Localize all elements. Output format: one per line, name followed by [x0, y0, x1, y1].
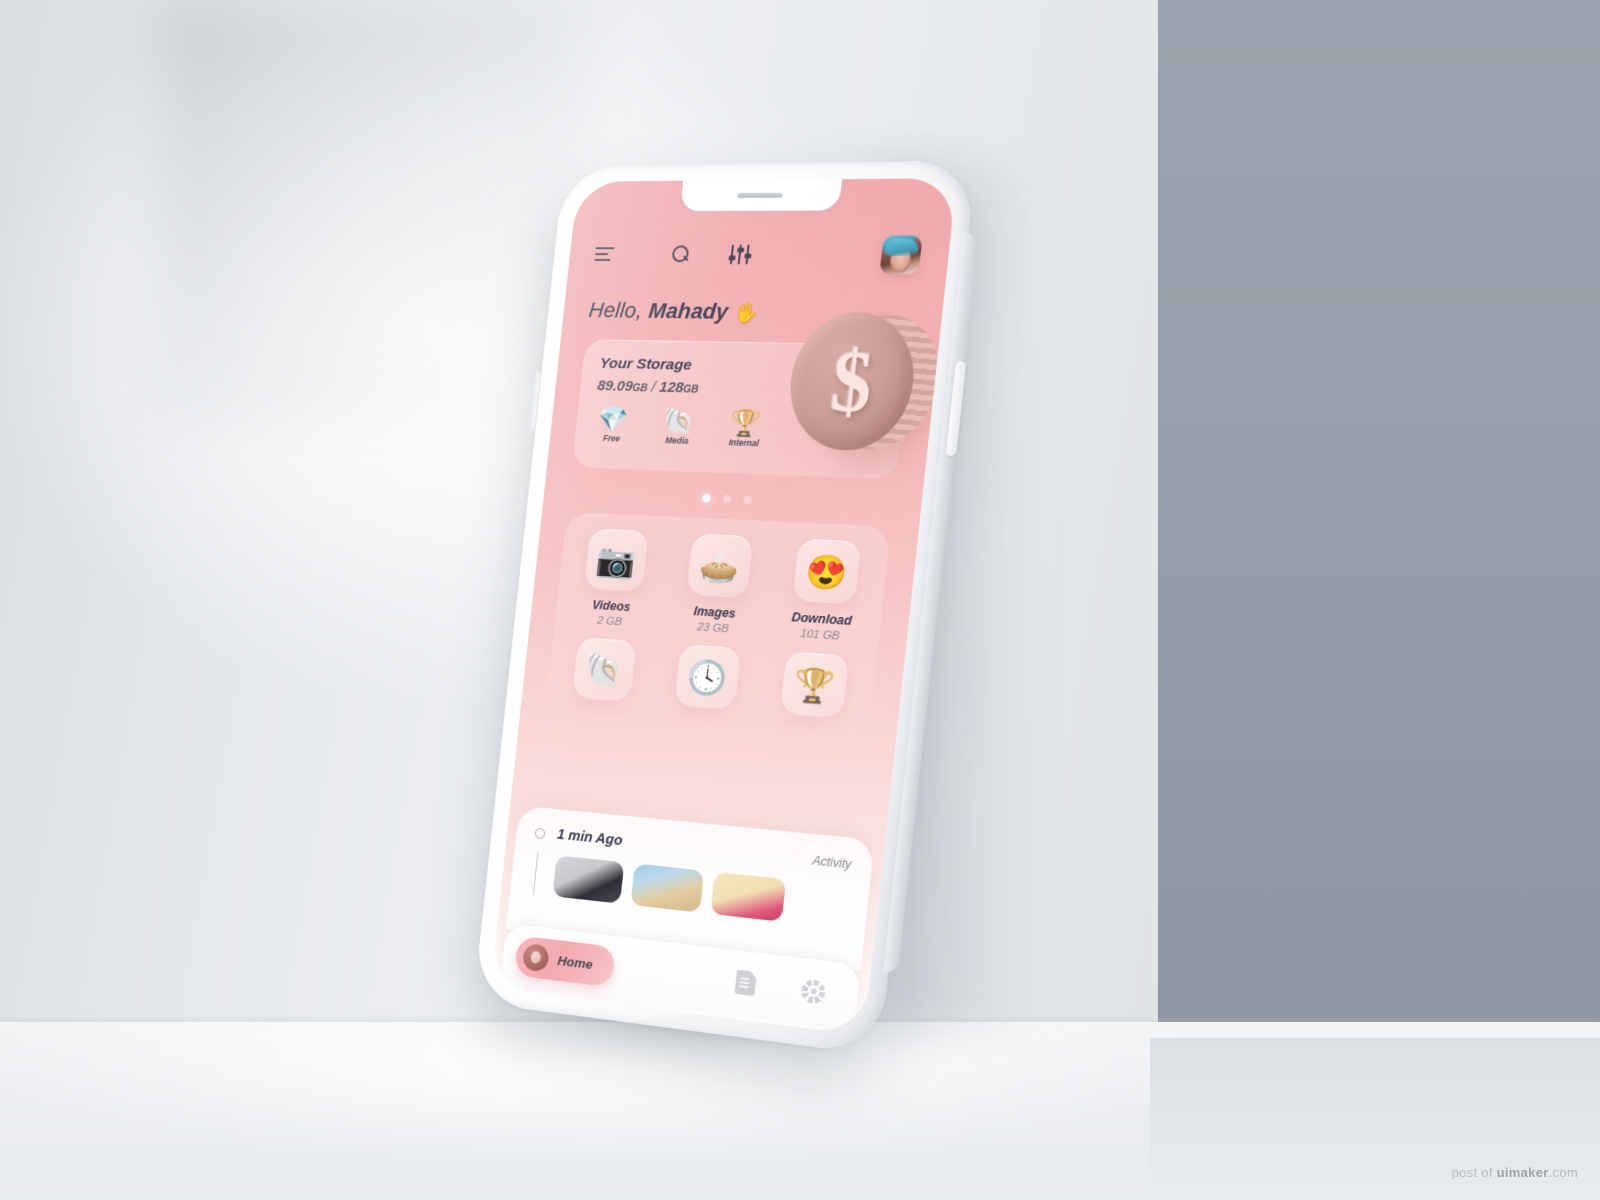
- watermark-suffix: .com: [1548, 1165, 1578, 1180]
- dollar-sign-icon: $: [826, 332, 877, 431]
- timeline-dot-icon: [534, 827, 546, 839]
- carousel-dot[interactable]: [743, 495, 752, 505]
- category-tile: 🕓: [674, 644, 742, 711]
- nav-home-label: Home: [556, 952, 594, 972]
- activity-thumbnail[interactable]: [710, 871, 787, 922]
- category-tile: 🐚: [572, 637, 637, 703]
- coin-3d-illustration: $: [781, 305, 950, 461]
- hamburger-menu-icon[interactable]: [594, 247, 615, 261]
- activity-label[interactable]: Activity: [812, 853, 852, 871]
- storage-total: 128: [658, 378, 685, 397]
- phone-notch: [679, 178, 843, 212]
- category-tile: 📷: [583, 528, 649, 593]
- nav-item-home[interactable]: Home: [513, 934, 616, 987]
- trophy-icon: 🏆: [728, 407, 764, 439]
- filter-sliders-icon[interactable]: [727, 244, 752, 265]
- waving-hand-icon: 🖐: [733, 303, 760, 325]
- category-item[interactable]: 😍 Download 101 GB: [765, 537, 885, 644]
- scene: Hello, Mahady 🖐 Your Storage 89.09GB / 12…: [0, 0, 1600, 1200]
- storage-chip[interactable]: 💎 Free: [591, 403, 635, 444]
- storage-total-unit: GB: [682, 383, 700, 396]
- greeting-name: Mahady: [647, 298, 730, 324]
- categories-panel: 📷 Videos 2 GB 🥧 Images 23 GB 😍 Download …: [546, 511, 892, 727]
- category-item[interactable]: 🐚: [551, 636, 659, 704]
- storage-chip[interactable]: 🏆 Internal: [723, 407, 768, 449]
- category-tile: 🏆: [779, 651, 850, 719]
- category-item[interactable]: 🥧 Images 23 GB: [660, 532, 776, 637]
- category-item[interactable]: 🕓: [652, 643, 764, 712]
- search-icon[interactable]: [671, 245, 691, 264]
- user-avatar[interactable]: [879, 235, 923, 275]
- heart-eyes-emoji-icon: 😍: [804, 551, 850, 592]
- trophy-icon: 🏆: [791, 664, 838, 706]
- carousel-dot-active[interactable]: [702, 494, 711, 503]
- storage-used: 89.09: [596, 377, 634, 395]
- activity-thumbnail[interactable]: [630, 863, 705, 913]
- storage-card[interactable]: Your Storage 89.09GB / 128GB 💎 Free 🐚 Me…: [571, 311, 946, 480]
- camera-icon: 📷: [594, 541, 638, 580]
- category-tile: 😍: [792, 538, 862, 605]
- category-size: 2 GB: [596, 615, 623, 629]
- carousel-dots: [569, 488, 894, 510]
- storage-chip[interactable]: 🐚 Media: [656, 406, 700, 446]
- shell-icon: 🐚: [583, 650, 626, 690]
- category-size: 101 GB: [799, 627, 841, 643]
- storage-chip-label: Free: [602, 433, 621, 444]
- storage-chip-label: Media: [664, 435, 690, 446]
- top-bar: [593, 235, 923, 275]
- activity-time: 1 min Ago: [556, 826, 624, 850]
- diamond-icon: 💎: [596, 403, 631, 434]
- shell-icon: 🐚: [661, 405, 697, 437]
- category-item[interactable]: 📷 Videos 2 GB: [559, 527, 671, 631]
- nav-item-settings[interactable]: [800, 978, 826, 1004]
- pie-chart-icon: 🥧: [697, 546, 742, 586]
- storage-chip-label: Internal: [728, 437, 760, 449]
- clock-icon: 🕓: [685, 657, 730, 697]
- carousel-dot[interactable]: [722, 494, 732, 504]
- category-size: 23 GB: [696, 621, 730, 636]
- activity-thumbnail[interactable]: [552, 855, 625, 904]
- category-item[interactable]: 🏆: [757, 650, 873, 721]
- category-tile: 🥧: [686, 533, 754, 599]
- watermark: post of uimaker.com: [1452, 1165, 1578, 1180]
- watermark-brand: uimaker: [1496, 1165, 1549, 1180]
- categories-grid: 📷 Videos 2 GB 🥧 Images 23 GB 😍 Download …: [551, 527, 885, 720]
- watermark-prefix: post of: [1451, 1165, 1497, 1180]
- nav-item-files[interactable]: [735, 970, 757, 997]
- wall-right: [1158, 0, 1600, 1045]
- greeting-hello: Hello,: [587, 297, 644, 323]
- home-icon: [522, 942, 550, 972]
- wall-light-patch: [160, 0, 580, 420]
- earpiece-speaker: [737, 192, 783, 198]
